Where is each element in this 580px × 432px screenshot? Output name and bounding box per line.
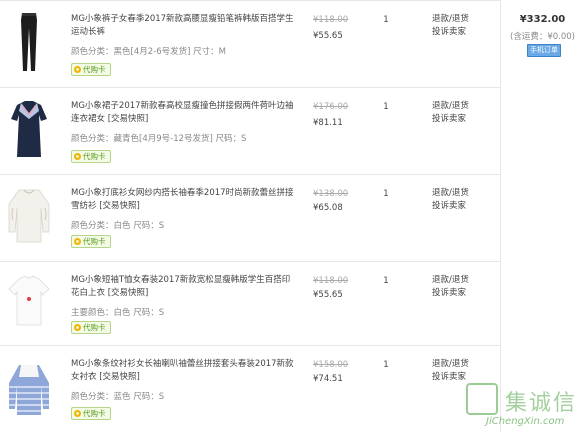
- product-sku: 颜色分类：蓝色 尺码：S: [71, 392, 165, 402]
- service-badge[interactable]: 代购卡: [71, 407, 111, 420]
- order-total: ¥332.00: [519, 14, 566, 25]
- refund-link[interactable]: 退款/退货: [432, 100, 492, 113]
- order-item-row: MG小象条纹衬衫女长袖喇叭袖蕾丝拼接套头春装2017新款女衬衣 [交易快照] 颜…: [0, 345, 500, 432]
- quantity: 1: [383, 15, 389, 25]
- badge-label: 代购卡: [83, 152, 106, 161]
- order-items-panel: MG小象裤子女春季2017新款高腰显瘦铅笔裤韩版百搭学生运动长裤 颜色分类：黑色…: [0, 0, 580, 432]
- white-blouse-thumbnail[interactable]: [5, 184, 53, 248]
- coin-icon: [74, 410, 81, 417]
- product-title[interactable]: MG小象裙子2017新款春高校显瘦撞色拼接假两件荷叶边袖连衣裙女 [交易快照]: [71, 100, 296, 126]
- watermark-text: 集诚信: [505, 391, 578, 416]
- complain-link[interactable]: 投诉卖家: [432, 287, 492, 300]
- refund-link[interactable]: 退款/退货: [432, 358, 492, 371]
- quantity: 1: [383, 276, 389, 286]
- striped-shirt-thumbnail[interactable]: [5, 357, 53, 421]
- original-price: ¥118.00: [313, 276, 349, 286]
- original-price: ¥158.00: [313, 360, 349, 370]
- paid-price: ¥81.11: [313, 118, 343, 128]
- coin-icon: [74, 324, 81, 331]
- mobile-order-button[interactable]: 手机订单: [527, 44, 561, 57]
- product-title[interactable]: MG小象短袖T恤女春装2017新款宽松显瘦韩版学生百搭印花白上衣 [交易快照]: [71, 274, 296, 300]
- product-sku: 颜色分类：藏青色[4月9号-12号发货] 尺码：S: [71, 134, 247, 144]
- original-price: ¥138.00: [313, 189, 349, 199]
- original-price: ¥118.00: [313, 15, 349, 25]
- complain-link[interactable]: 投诉卖家: [432, 26, 492, 39]
- column-divider: [500, 0, 501, 432]
- badge-label: 代购卡: [83, 323, 106, 332]
- quantity: 1: [383, 102, 389, 112]
- product-sku: 主要颜色：白色 尺码：S: [71, 308, 165, 318]
- original-price: ¥176.00: [313, 102, 349, 112]
- badge-label: 代购卡: [83, 409, 106, 418]
- product-sku: 颜色分类：黑色[4月2-6号发货] 尺寸：M: [71, 47, 226, 57]
- paid-price: ¥65.08: [313, 203, 343, 213]
- navy-dress-thumbnail[interactable]: [5, 97, 53, 161]
- complain-link[interactable]: 投诉卖家: [432, 113, 492, 126]
- service-badge[interactable]: 代购卡: [71, 235, 111, 248]
- black-pants-thumbnail[interactable]: [5, 10, 53, 74]
- service-badge[interactable]: 代购卡: [71, 150, 111, 163]
- badge-label: 代购卡: [83, 237, 106, 246]
- product-title[interactable]: MG小象打底衫女网纱内搭长袖春季2017时尚新款蕾丝拼接雪纺衫 [交易快照]: [71, 187, 296, 213]
- paid-price: ¥74.51: [313, 374, 343, 384]
- service-badge[interactable]: 代购卡: [71, 321, 111, 334]
- coin-icon: [74, 238, 81, 245]
- quantity: 1: [383, 189, 389, 199]
- order-item-row: MG小象打底衫女网纱内搭长袖春季2017时尚新款蕾丝拼接雪纺衫 [交易快照] 颜…: [0, 174, 500, 261]
- complain-link[interactable]: 投诉卖家: [432, 200, 492, 213]
- product-title[interactable]: MG小象裤子女春季2017新款高腰显瘦铅笔裤韩版百搭学生运动长裤: [71, 13, 296, 39]
- order-item-row: MG小象裤子女春季2017新款高腰显瘦铅笔裤韩版百搭学生运动长裤 颜色分类：黑色…: [0, 0, 500, 87]
- badge-label: 代购卡: [83, 65, 106, 74]
- coin-icon: [74, 153, 81, 160]
- item-actions: 退款/退货 投诉卖家: [432, 187, 492, 213]
- item-actions: 退款/退货 投诉卖家: [432, 358, 492, 384]
- paid-price: ¥55.65: [313, 31, 343, 41]
- service-badge[interactable]: 代购卡: [71, 63, 111, 76]
- refund-link[interactable]: 退款/退货: [432, 187, 492, 200]
- product-sku: 颜色分类：白色 尺码：S: [71, 221, 165, 231]
- coin-icon: [74, 66, 81, 73]
- item-actions: 退款/退货 投诉卖家: [432, 274, 492, 300]
- quantity: 1: [383, 360, 389, 370]
- refund-link[interactable]: 退款/退货: [432, 274, 492, 287]
- item-actions: 退款/退货 投诉卖家: [432, 13, 492, 39]
- refund-link[interactable]: 退款/退货: [432, 13, 492, 26]
- product-title[interactable]: MG小象条纹衬衫女长袖喇叭袖蕾丝拼接套头春装2017新款女衬衣 [交易快照]: [71, 358, 296, 384]
- order-item-row: MG小象短袖T恤女春装2017新款宽松显瘦韩版学生百搭印花白上衣 [交易快照] …: [0, 261, 500, 348]
- watermark-url: JiChengXin.com: [486, 416, 565, 427]
- order-item-row: MG小象裙子2017新款春高校显瘦撞色拼接假两件荷叶边袖连衣裙女 [交易快照] …: [0, 87, 500, 174]
- paid-price: ¥55.65: [313, 290, 343, 300]
- white-tshirt-thumbnail[interactable]: [5, 269, 53, 333]
- watermark-logo-icon: [466, 383, 498, 415]
- item-actions: 退款/退货 投诉卖家: [432, 100, 492, 126]
- postage-note: (含运费：¥0.00): [510, 32, 575, 42]
